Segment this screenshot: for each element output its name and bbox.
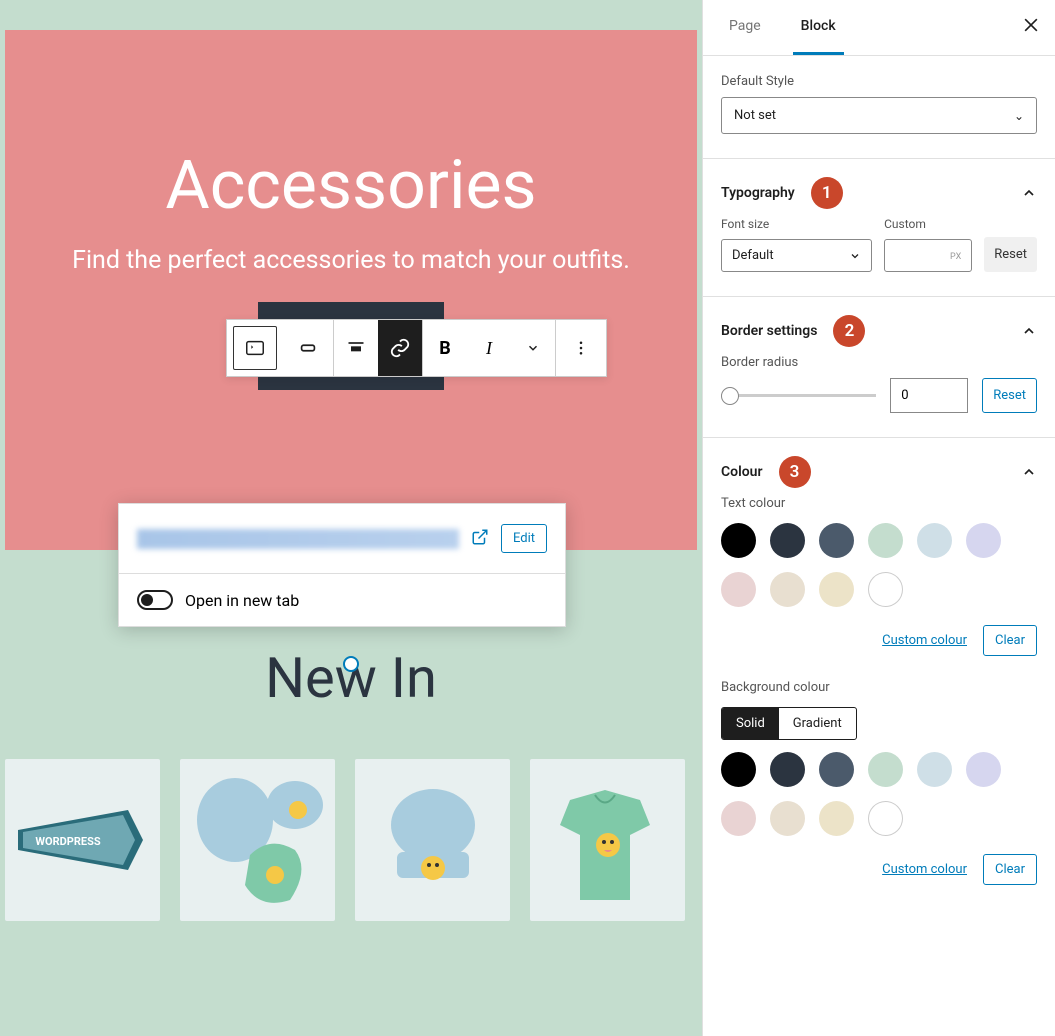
close-sidebar-button[interactable] bbox=[1021, 15, 1041, 40]
colour-swatch[interactable] bbox=[819, 801, 854, 836]
border-radius-input[interactable] bbox=[890, 378, 968, 413]
block-toolbar: B I bbox=[226, 319, 607, 377]
options-button[interactable] bbox=[556, 320, 606, 376]
link-button[interactable] bbox=[378, 320, 422, 376]
bg-colour-swatches bbox=[721, 752, 1037, 836]
font-size-select[interactable]: Default bbox=[721, 239, 872, 272]
typography-panel-toggle[interactable]: Typography 1 bbox=[703, 159, 1055, 217]
colour-swatch[interactable] bbox=[770, 523, 805, 558]
colour-swatch[interactable] bbox=[917, 523, 952, 558]
colour-swatch[interactable] bbox=[819, 523, 854, 558]
hero-title: Accessories bbox=[25, 145, 677, 225]
tab-page[interactable]: Page bbox=[721, 0, 769, 55]
annotation-badge-3: 3 bbox=[779, 456, 811, 488]
clear-bg-colour-button[interactable]: Clear bbox=[983, 854, 1037, 885]
colour-swatch[interactable] bbox=[721, 801, 756, 836]
colour-swatch[interactable] bbox=[770, 752, 805, 787]
reset-border-button[interactable]: Reset bbox=[982, 378, 1037, 413]
colour-swatch[interactable] bbox=[770, 801, 805, 836]
more-formatting-button[interactable] bbox=[511, 320, 555, 376]
settings-sidebar: Page Block Default Style Not set ⌄ Typog… bbox=[702, 0, 1055, 1036]
colour-swatch[interactable] bbox=[770, 572, 805, 607]
annotation-badge-1: 1 bbox=[811, 177, 843, 209]
edit-link-button[interactable]: Edit bbox=[501, 524, 547, 553]
tab-block[interactable]: Block bbox=[793, 0, 844, 55]
colour-swatch[interactable] bbox=[819, 752, 854, 787]
border-radius-slider[interactable] bbox=[721, 394, 876, 397]
bg-mode-segmented: Solid Gradient bbox=[721, 707, 857, 740]
custom-text-colour-link[interactable]: Custom colour bbox=[882, 633, 967, 648]
clear-text-colour-button[interactable]: Clear bbox=[983, 625, 1037, 656]
default-style-label: Default Style bbox=[721, 74, 1037, 89]
open-new-tab-label: Open in new tab bbox=[185, 591, 299, 610]
colour-swatch[interactable] bbox=[868, 752, 903, 787]
chevron-up-icon bbox=[1021, 464, 1037, 480]
external-link-icon[interactable] bbox=[471, 528, 489, 550]
width-button[interactable] bbox=[283, 320, 333, 376]
colour-swatch[interactable] bbox=[868, 801, 903, 836]
text-colour-swatches bbox=[721, 523, 1037, 607]
product-card[interactable] bbox=[180, 759, 335, 921]
link-popover: Edit Open in new tab bbox=[118, 503, 566, 627]
custom-size-label: Custom bbox=[884, 217, 972, 231]
block-type-button[interactable] bbox=[233, 326, 277, 370]
new-in-heading: New In bbox=[0, 645, 702, 711]
chevron-down-icon bbox=[849, 250, 861, 262]
align-button[interactable] bbox=[334, 320, 378, 376]
chevron-up-icon bbox=[1021, 323, 1037, 339]
text-colour-label: Text colour bbox=[721, 496, 1037, 511]
colour-swatch[interactable] bbox=[721, 572, 756, 607]
annotation-badge-2: 2 bbox=[833, 315, 865, 347]
colour-swatch[interactable] bbox=[917, 752, 952, 787]
bg-colour-label: Background colour bbox=[721, 680, 1037, 695]
product-card[interactable] bbox=[355, 759, 510, 921]
link-url-blurred bbox=[137, 529, 459, 549]
colour-swatch[interactable] bbox=[966, 752, 1001, 787]
colour-swatch[interactable] bbox=[868, 523, 903, 558]
custom-size-input[interactable]: PX bbox=[884, 239, 972, 272]
open-new-tab-toggle[interactable] bbox=[137, 590, 173, 610]
product-grid: WORDPRESS bbox=[0, 759, 702, 931]
colour-swatch[interactable] bbox=[819, 572, 854, 607]
chevron-up-icon bbox=[1021, 185, 1037, 201]
selection-handle-icon[interactable] bbox=[343, 656, 359, 672]
reset-font-size-button[interactable]: Reset bbox=[984, 237, 1037, 272]
border-radius-label: Border radius bbox=[721, 355, 1037, 370]
editor-canvas[interactable]: Accessories Find the perfect accessories… bbox=[0, 0, 702, 1036]
chevron-down-icon: ⌄ bbox=[1014, 109, 1024, 123]
bold-button[interactable]: B bbox=[423, 320, 467, 376]
colour-panel-toggle[interactable]: Colour 3 bbox=[703, 438, 1055, 496]
bg-solid-option[interactable]: Solid bbox=[722, 708, 779, 739]
colour-swatch[interactable] bbox=[721, 523, 756, 558]
svg-text:WORDPRESS: WORDPRESS bbox=[35, 835, 101, 848]
bg-gradient-option[interactable]: Gradient bbox=[779, 708, 856, 739]
colour-swatch[interactable] bbox=[966, 523, 1001, 558]
border-panel-toggle[interactable]: Border settings 2 bbox=[703, 297, 1055, 355]
hero-subtitle: Find the perfect accessories to match yo… bbox=[25, 243, 677, 278]
italic-button[interactable]: I bbox=[467, 320, 511, 376]
colour-swatch[interactable] bbox=[721, 752, 756, 787]
hero-block[interactable]: Accessories Find the perfect accessories… bbox=[5, 30, 697, 550]
default-style-select[interactable]: Not set ⌄ bbox=[721, 97, 1037, 134]
colour-swatch[interactable] bbox=[868, 572, 903, 607]
font-size-label: Font size bbox=[721, 217, 872, 231]
custom-bg-colour-link[interactable]: Custom colour bbox=[882, 862, 967, 877]
product-card[interactable] bbox=[530, 759, 685, 921]
product-card[interactable]: WORDPRESS bbox=[5, 759, 160, 921]
